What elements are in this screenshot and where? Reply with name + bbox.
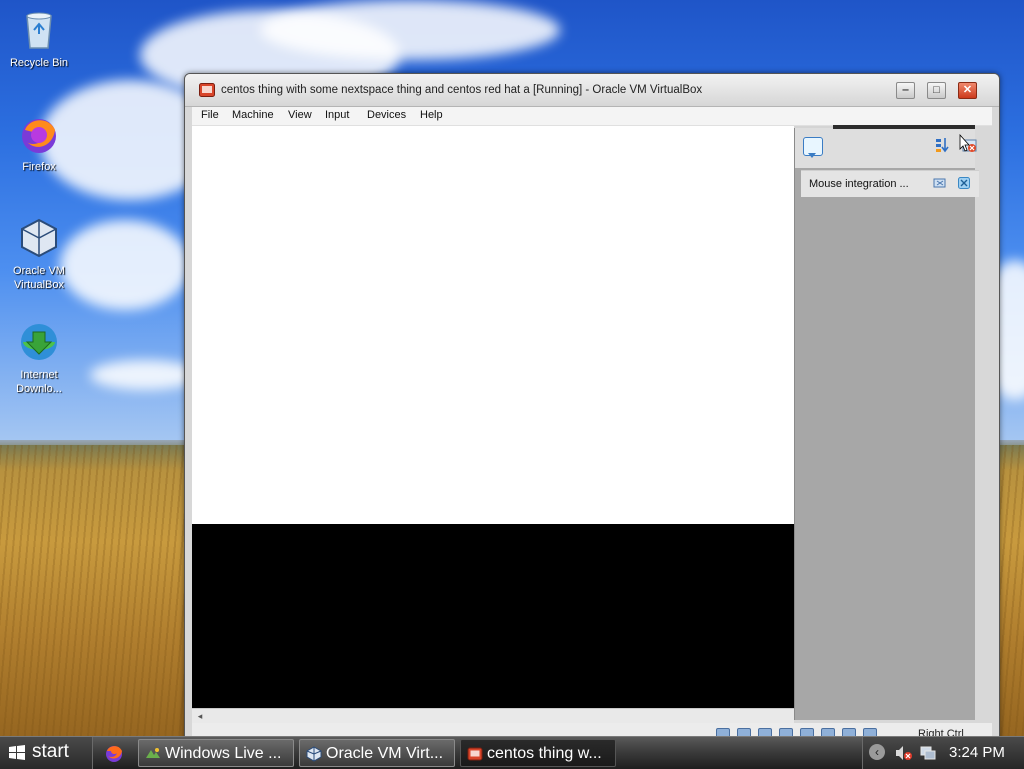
taskbar-item-windows-live[interactable]: Windows Live ... [138,739,294,767]
close-button[interactable]: ✕ [958,82,977,99]
notification-center-divider [833,125,975,129]
window-titlebar[interactable]: centos thing with some nextspace thing a… [185,74,999,107]
menu-view[interactable]: View [288,109,312,121]
system-tray: ‹ 3:24 PM [862,737,1024,769]
close-all-notifications-icon[interactable] [959,133,977,154]
vm-display-black-area[interactable] [192,524,794,708]
desktop-icon-firefox[interactable]: Firefox [0,112,78,174]
window-title: centos thing with some nextspace thing a… [221,84,703,96]
notification-text: Mouse integration ... [809,178,909,190]
taskbar-item-label: Oracle VM Virt... [326,745,444,762]
desktop-icon-label: Firefox [22,161,56,173]
mouse-integration-icon [933,177,947,189]
internet-download-manager-icon [17,320,61,364]
menu-machine[interactable]: Machine [232,109,274,121]
taskbar-item-centos-vm[interactable]: centos thing w... [460,739,616,767]
desktop-icon-label: Internet Downlo... [16,369,62,395]
taskbar-item-virtualbox-manager[interactable]: Oracle VM Virt... [299,739,455,767]
taskbar-item-label: Windows Live ... [165,745,282,762]
maximize-button[interactable]: □ [927,82,946,99]
firefox-icon [17,112,61,156]
taskbar-item-label: centos thing w... [487,745,602,762]
notification-item[interactable]: Mouse integration ... [801,170,979,197]
virtualbox-icon [306,746,322,762]
taskbar: start Windows Live ... Oracle VM Virt... [0,736,1024,769]
scroll-left-arrow-icon[interactable]: ◂ [194,711,206,721]
notification-bubble-icon[interactable] [803,137,823,158]
vm-window-icon [467,746,483,762]
menu-input[interactable]: Input [325,109,349,121]
recycle-bin-icon [17,8,61,52]
show-hidden-icons-icon[interactable]: ‹ [869,744,885,760]
menubar: File Machine View Input Devices Help [192,107,992,126]
menu-file[interactable]: File [201,109,219,121]
horizontal-scrollbar[interactable]: ◂ [192,708,794,723]
sort-notifications-icon[interactable] [935,137,949,153]
desktop-icon-recycle-bin[interactable]: Recycle Bin [0,8,78,70]
quicklaunch-firefox-icon[interactable] [104,743,124,763]
windows-live-icon [145,746,161,762]
vm-display-area[interactable] [192,126,832,524]
virtualbox-icon [17,216,61,260]
close-notification-icon[interactable] [958,177,970,189]
volume-muted-icon[interactable] [895,745,913,761]
desktop-icon-internet-download[interactable]: Internet Downlo... [0,320,78,396]
desktop-icon-label: Recycle Bin [9,57,69,69]
network-icon[interactable] [919,745,937,761]
menu-devices[interactable]: Devices [367,109,406,121]
start-button[interactable]: start [0,737,93,769]
vm-window-icon [199,83,215,97]
windows-flag-icon [8,745,26,761]
desktop-icon-label: Oracle VM VirtualBox [13,265,65,291]
virtualbox-vm-window[interactable]: centos thing with some nextspace thing a… [184,73,1000,747]
clock[interactable]: 3:24 PM [949,744,1005,761]
desktop-icon-virtualbox[interactable]: Oracle VM VirtualBox [0,216,78,292]
menu-help[interactable]: Help [420,109,443,121]
notification-center-panel: Mouse integration ... [794,125,979,720]
minimize-button[interactable]: ‒ [896,82,915,99]
start-label: start [32,741,69,762]
